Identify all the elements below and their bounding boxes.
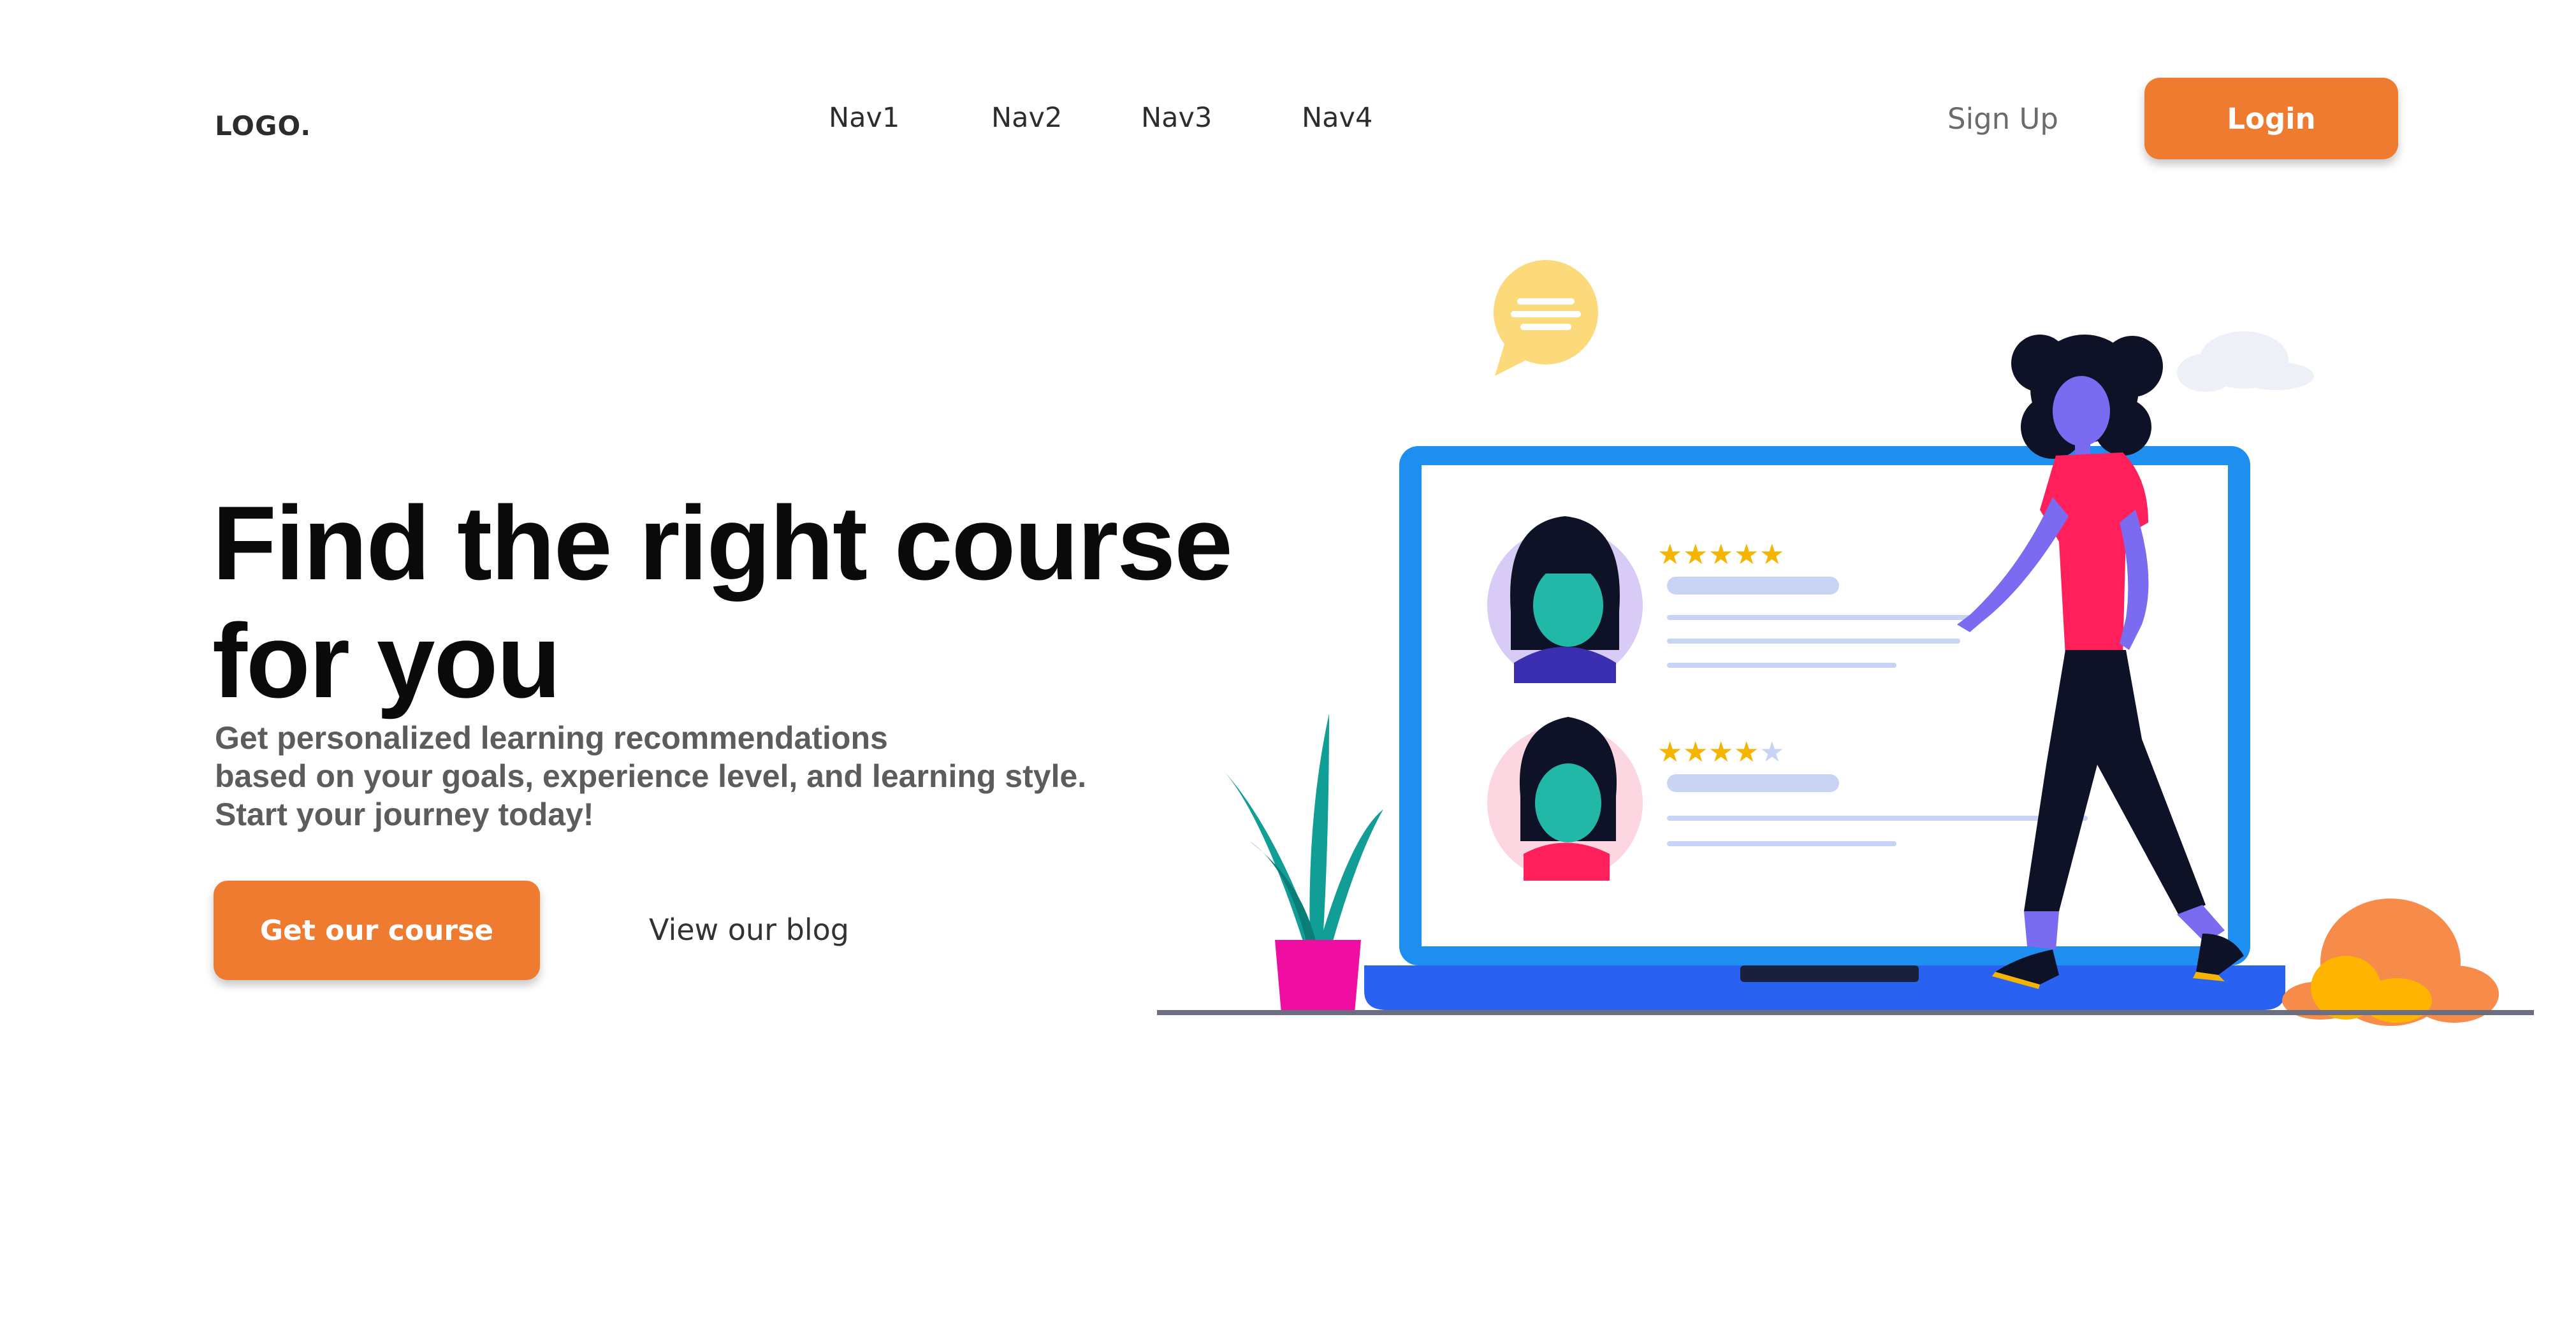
svg-text:★: ★	[1759, 736, 1784, 769]
nav-item-3[interactable]: Nav3	[1141, 102, 1212, 134]
star-rating: ★ ★ ★ ★ ★	[1657, 736, 1784, 769]
speech-bubble-icon	[1494, 260, 1598, 376]
nav-item-1[interactable]: Nav1	[829, 102, 899, 134]
hero-illustration: ★ ★ ★ ★ ★ ★ ★ ★ ★ ★	[1157, 260, 2534, 1026]
plant-icon	[1224, 714, 1383, 1013]
nav-item-4[interactable]: Nav4	[1302, 102, 1372, 134]
svg-text:★: ★	[1708, 736, 1733, 769]
avatar	[1519, 717, 1617, 881]
nav-item-2[interactable]: Nav2	[991, 102, 1062, 134]
get-course-button[interactable]: Get our course	[214, 881, 540, 980]
svg-text:★: ★	[1657, 736, 1682, 769]
svg-text:★: ★	[1734, 736, 1759, 769]
laptop-icon	[1364, 446, 2285, 1010]
avatar	[1510, 516, 1620, 683]
hero-subtitle-line-2: based on your goals, experience level, a…	[215, 758, 1087, 794]
ground-line	[1157, 1010, 2534, 1015]
bush-icon	[2282, 899, 2499, 1026]
star-rating: ★ ★ ★ ★ ★	[1657, 538, 1784, 571]
cloud-icon	[2177, 331, 2314, 392]
svg-text:★: ★	[1683, 736, 1708, 769]
svg-text:★: ★	[1708, 538, 1733, 571]
svg-text:★: ★	[1657, 538, 1682, 571]
svg-text:★: ★	[1759, 538, 1784, 571]
login-button[interactable]: Login	[2144, 78, 2398, 159]
hero-title-line-1: Find the right course	[212, 484, 1233, 602]
hero-title: Find the right course for you	[212, 484, 1296, 720]
hero-subtitle-line-1: Get personalized learning recommendation…	[215, 720, 888, 756]
svg-text:★: ★	[1683, 538, 1708, 571]
logo[interactable]: LOGO.	[215, 110, 311, 141]
sign-up-link[interactable]: Sign Up	[1947, 102, 2058, 136]
hero-subtitle: Get personalized learning recommendation…	[215, 719, 1171, 834]
view-blog-link[interactable]: View our blog	[649, 913, 849, 947]
hero-subtitle-line-3: Start your journey today!	[215, 797, 594, 832]
svg-text:★: ★	[1734, 538, 1759, 571]
hero-title-line-2: for you	[212, 602, 561, 719]
